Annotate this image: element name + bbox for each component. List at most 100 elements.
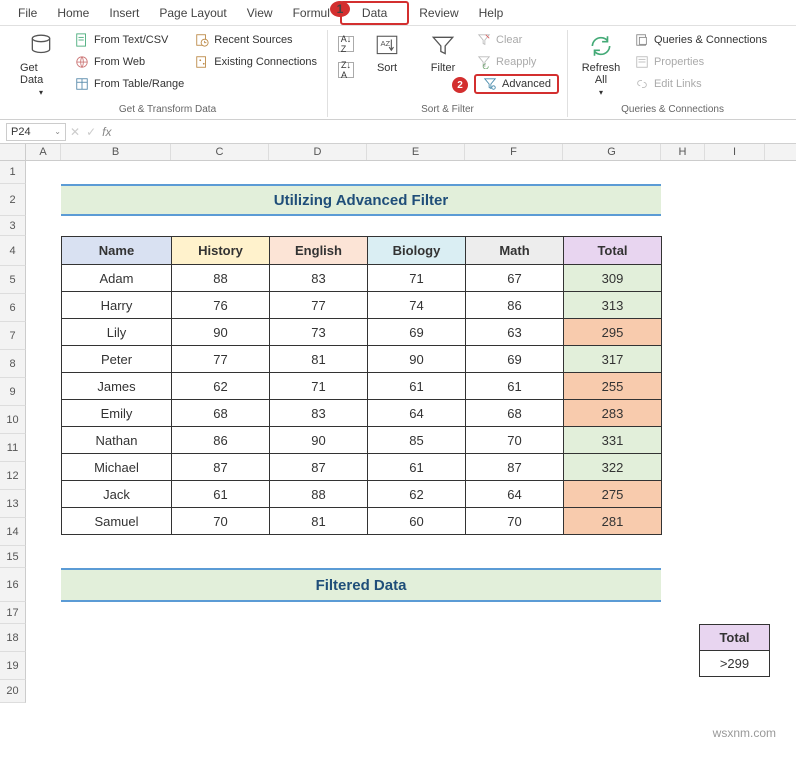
cell[interactable]: 67 bbox=[466, 265, 564, 292]
refresh-all-button[interactable]: Refresh All ▾ bbox=[576, 30, 626, 99]
menu-home[interactable]: Home bbox=[47, 3, 99, 23]
cell[interactable]: 61 bbox=[466, 373, 564, 400]
cell[interactable]: 87 bbox=[270, 454, 368, 481]
cancel-icon[interactable]: ✕ bbox=[70, 125, 80, 139]
cell[interactable]: 322 bbox=[564, 454, 662, 481]
from-web-button[interactable]: From Web bbox=[72, 52, 186, 72]
cell[interactable]: Jack bbox=[62, 481, 172, 508]
row-header[interactable]: 3 bbox=[0, 216, 26, 236]
filter-button[interactable]: Filter bbox=[418, 30, 468, 76]
cell[interactable]: 85 bbox=[368, 427, 466, 454]
confirm-icon[interactable]: ✓ bbox=[86, 125, 96, 139]
column-header[interactable]: A bbox=[26, 144, 61, 160]
cell[interactable]: 73 bbox=[270, 319, 368, 346]
row-header[interactable]: 5 bbox=[0, 266, 26, 294]
cell[interactable]: 70 bbox=[466, 427, 564, 454]
row-header[interactable]: 10 bbox=[0, 406, 26, 434]
menu-insert[interactable]: Insert bbox=[99, 3, 149, 23]
clear-filter-button[interactable]: Clear bbox=[474, 30, 559, 50]
advanced-filter-button[interactable]: 2 Advanced bbox=[474, 74, 559, 94]
properties-button[interactable]: Properties bbox=[632, 52, 769, 72]
cell[interactable]: James bbox=[62, 373, 172, 400]
row-header[interactable]: 13 bbox=[0, 490, 26, 518]
cell[interactable]: 64 bbox=[466, 481, 564, 508]
cell[interactable]: 317 bbox=[564, 346, 662, 373]
menu-view[interactable]: View bbox=[237, 3, 283, 23]
cell[interactable]: 70 bbox=[466, 508, 564, 535]
row-header[interactable]: 4 bbox=[0, 236, 26, 266]
row-header[interactable]: 19 bbox=[0, 652, 26, 680]
cell[interactable]: 68 bbox=[172, 400, 270, 427]
column-header[interactable]: B bbox=[61, 144, 171, 160]
cell[interactable]: 81 bbox=[270, 508, 368, 535]
cell[interactable]: Peter bbox=[62, 346, 172, 373]
column-header[interactable]: D bbox=[269, 144, 367, 160]
row-header[interactable]: 1 bbox=[0, 161, 26, 184]
column-header[interactable]: G bbox=[563, 144, 661, 160]
sort-desc-button[interactable]: Z↓A bbox=[336, 60, 356, 80]
cell[interactable]: 76 bbox=[172, 292, 270, 319]
menu-data[interactable]: 1 Data bbox=[340, 1, 409, 25]
cell[interactable]: 71 bbox=[368, 265, 466, 292]
fx-icon[interactable]: fx bbox=[102, 125, 111, 139]
row-header[interactable]: 15 bbox=[0, 546, 26, 568]
cell[interactable]: 90 bbox=[368, 346, 466, 373]
column-header[interactable]: C bbox=[171, 144, 269, 160]
cell[interactable]: 83 bbox=[270, 400, 368, 427]
cell[interactable]: 255 bbox=[564, 373, 662, 400]
column-header[interactable]: E bbox=[367, 144, 465, 160]
row-header[interactable]: 2 bbox=[0, 184, 26, 216]
cell[interactable]: 88 bbox=[270, 481, 368, 508]
row-header[interactable]: 12 bbox=[0, 462, 26, 490]
row-header[interactable]: 11 bbox=[0, 434, 26, 462]
menu-review[interactable]: Review bbox=[409, 3, 468, 23]
select-all-corner[interactable] bbox=[0, 144, 26, 160]
column-header[interactable]: I bbox=[705, 144, 765, 160]
cell[interactable]: 331 bbox=[564, 427, 662, 454]
cell[interactable]: 74 bbox=[368, 292, 466, 319]
cell[interactable]: 90 bbox=[172, 319, 270, 346]
cell[interactable]: Harry bbox=[62, 292, 172, 319]
cell[interactable]: 63 bbox=[466, 319, 564, 346]
menu-help[interactable]: Help bbox=[469, 3, 514, 23]
cell[interactable]: 283 bbox=[564, 400, 662, 427]
edit-links-button[interactable]: Edit Links bbox=[632, 74, 769, 94]
get-data-button[interactable]: Get Data ▾ bbox=[16, 30, 66, 99]
cell[interactable]: 62 bbox=[172, 373, 270, 400]
cell[interactable]: 87 bbox=[466, 454, 564, 481]
queries-connections-button[interactable]: Queries & Connections bbox=[632, 30, 769, 50]
cell[interactable]: 295 bbox=[564, 319, 662, 346]
cell[interactable]: Lily bbox=[62, 319, 172, 346]
menu-page-layout[interactable]: Page Layout bbox=[149, 3, 236, 23]
cell[interactable]: 281 bbox=[564, 508, 662, 535]
recent-sources-button[interactable]: Recent Sources bbox=[192, 30, 319, 50]
existing-connections-button[interactable]: Existing Connections bbox=[192, 52, 319, 72]
cell[interactable]: Samuel bbox=[62, 508, 172, 535]
menu-file[interactable]: File bbox=[8, 3, 47, 23]
row-header[interactable]: 7 bbox=[0, 322, 26, 350]
column-header[interactable]: F bbox=[465, 144, 563, 160]
cell[interactable]: 87 bbox=[172, 454, 270, 481]
reapply-button[interactable]: Reapply bbox=[474, 52, 559, 72]
cell[interactable]: 60 bbox=[368, 508, 466, 535]
cell[interactable]: 77 bbox=[172, 346, 270, 373]
cell[interactable]: 88 bbox=[172, 265, 270, 292]
row-header[interactable]: 14 bbox=[0, 518, 26, 546]
row-header[interactable]: 18 bbox=[0, 624, 26, 652]
row-header[interactable]: 20 bbox=[0, 680, 26, 703]
cell[interactable]: Emily bbox=[62, 400, 172, 427]
cell[interactable]: 90 bbox=[270, 427, 368, 454]
cell[interactable]: 71 bbox=[270, 373, 368, 400]
cell[interactable]: 313 bbox=[564, 292, 662, 319]
sort-button[interactable]: AZ Sort bbox=[362, 30, 412, 76]
column-header[interactable]: H bbox=[661, 144, 705, 160]
cell[interactable]: 62 bbox=[368, 481, 466, 508]
cell[interactable]: 309 bbox=[564, 265, 662, 292]
cell[interactable]: Adam bbox=[62, 265, 172, 292]
cell[interactable]: 70 bbox=[172, 508, 270, 535]
cells-area[interactable]: Utilizing Advanced Filter Name History E… bbox=[26, 161, 796, 703]
cell[interactable]: 77 bbox=[270, 292, 368, 319]
from-table-range-button[interactable]: From Table/Range bbox=[72, 74, 186, 94]
row-header[interactable]: 17 bbox=[0, 602, 26, 624]
cell[interactable]: 61 bbox=[368, 373, 466, 400]
